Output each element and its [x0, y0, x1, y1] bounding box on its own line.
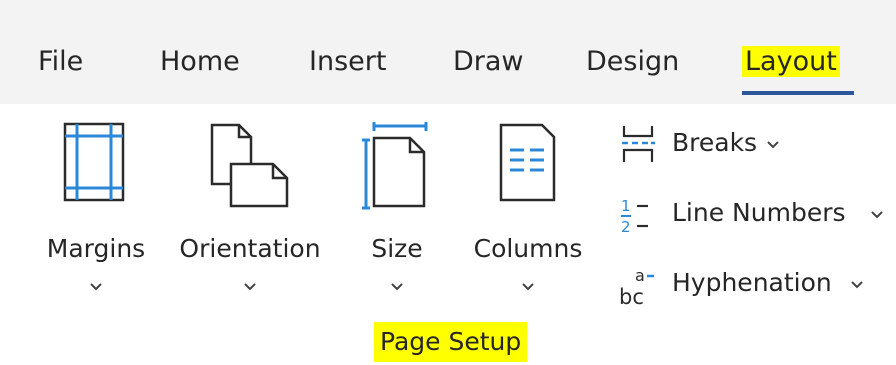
chevron-down-icon — [871, 211, 883, 219]
svg-text:bc: bc — [619, 285, 644, 308]
chevron-down-icon — [90, 283, 102, 291]
page-size-icon — [362, 122, 428, 210]
tab-layout[interactable]: Layout — [742, 42, 840, 82]
chevron-down-icon — [244, 283, 256, 291]
breaks-icon — [622, 126, 655, 162]
chevron-down-icon — [851, 281, 863, 289]
size-button[interactable]: Size — [354, 122, 440, 307]
svg-text:a: a — [635, 266, 645, 285]
orientation-button[interactable]: Orientation — [166, 122, 334, 307]
active-tab-underline — [742, 91, 854, 95]
margins-label: Margins — [46, 234, 146, 263]
columns-icon — [499, 123, 556, 202]
hyphenation-label: Hyphenation — [672, 268, 832, 297]
svg-text:1: 1 — [621, 197, 631, 215]
line-numbers-label: Line Numbers — [672, 198, 846, 227]
chevron-down-icon — [391, 283, 403, 291]
line-numbers-button[interactable]: 1 2 Line Numbers — [618, 194, 890, 240]
orientation-icon — [210, 123, 289, 208]
margins-button[interactable]: Margins — [32, 122, 160, 307]
size-label: Size — [371, 234, 423, 263]
orientation-label: Orientation — [179, 234, 321, 263]
breaks-button[interactable]: Breaks — [618, 124, 788, 170]
ribbon-tab-bar: File Home Insert Draw Design Layout — [0, 0, 896, 104]
breaks-label: Breaks — [672, 128, 758, 157]
tab-design[interactable]: Design — [586, 42, 679, 82]
columns-button[interactable]: Columns — [460, 122, 596, 307]
group-label-page-setup: Page Setup — [374, 322, 528, 362]
margins-icon — [63, 122, 125, 202]
tab-insert[interactable]: Insert — [309, 42, 386, 82]
hyphenation-button[interactable]: a bc Hyphenation — [618, 264, 886, 310]
tab-home[interactable]: Home — [160, 42, 240, 82]
chevron-down-icon — [767, 141, 779, 149]
tab-draw[interactable]: Draw — [453, 42, 524, 82]
svg-text:2: 2 — [621, 218, 631, 236]
line-numbers-icon: 1 2 — [621, 197, 648, 236]
ribbon-panel: Margins Orientation Size Columns Breaks … — [0, 104, 896, 365]
hyphenation-icon: a bc — [619, 266, 654, 308]
tab-file[interactable]: File — [38, 42, 83, 82]
columns-label: Columns — [473, 234, 583, 263]
chevron-down-icon — [522, 283, 534, 291]
